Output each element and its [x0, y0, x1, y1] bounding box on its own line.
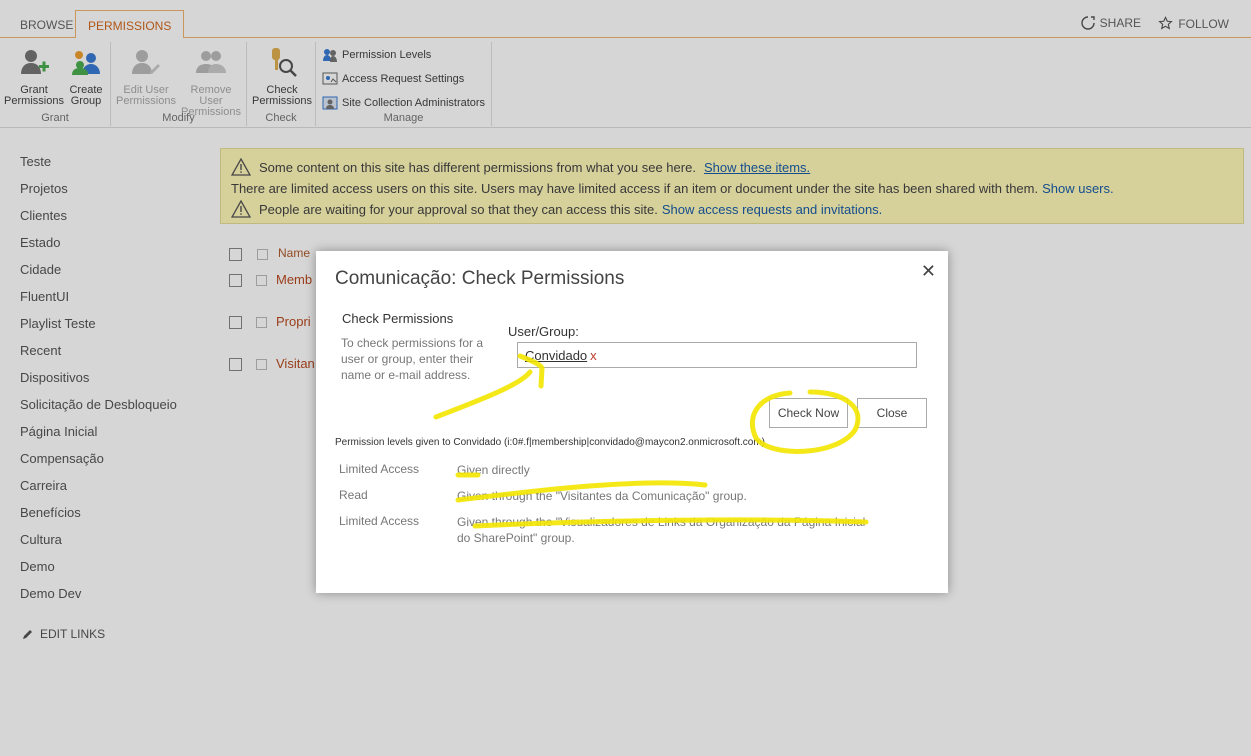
close-button[interactable]: Close [857, 398, 927, 428]
result-source: Given through the "Visitantes da Comunic… [457, 489, 747, 503]
permission-levels-heading: Permission levels given to Convidado (i:… [335, 437, 765, 448]
close-icon[interactable]: ✕ [921, 261, 936, 282]
resolved-user[interactable]: Convidado [525, 348, 587, 363]
user-group-input[interactable]: Convidado x [517, 342, 917, 368]
result-source: Given through the "Visualizadores de Lin… [457, 515, 866, 545]
result-source: Given directly [457, 463, 530, 477]
dialog-title: Comunicação: Check Permissions [335, 268, 625, 289]
result-level: Limited Access [339, 462, 420, 476]
section-title: Check Permissions [342, 311, 454, 326]
result-level: Read [339, 488, 368, 502]
section-description: To check permissions for a user or group… [341, 336, 484, 382]
user-group-label: User/Group: [508, 324, 579, 339]
remove-user-token[interactable]: x [590, 348, 597, 363]
check-now-button[interactable]: Check Now [769, 398, 848, 428]
result-level: Limited Access [339, 514, 420, 528]
check-permissions-dialog: Comunicação: Check Permissions ✕ Check P… [316, 251, 948, 593]
